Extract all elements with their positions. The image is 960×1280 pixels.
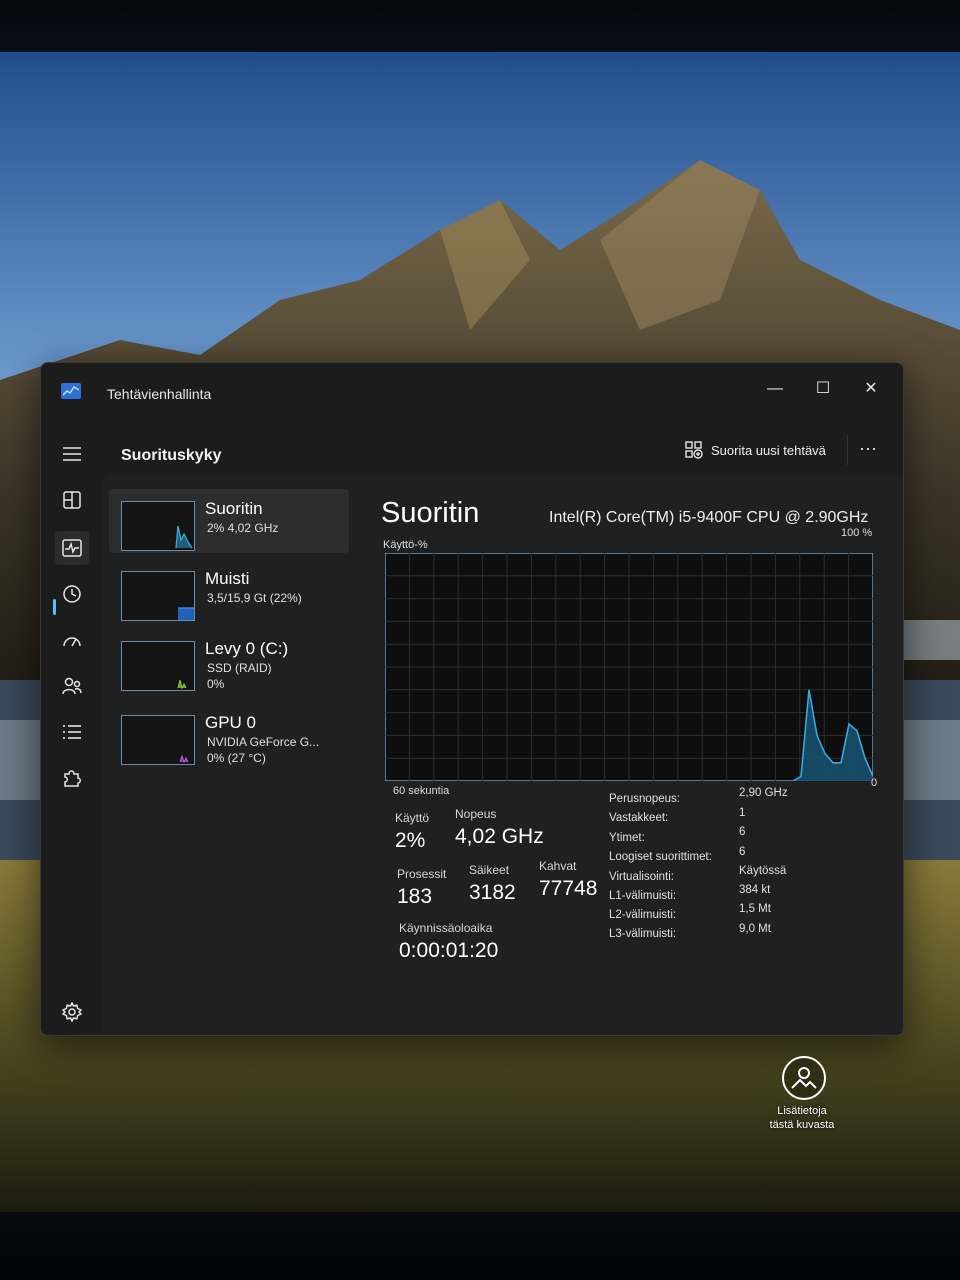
maximize-icon: ☐ [815, 380, 831, 397]
usage-max-label: 100 % [841, 527, 873, 539]
minimize-button[interactable]: — [757, 375, 793, 403]
resource-gpu[interactable]: GPU 0 NVIDIA GeForce G... 0% (27 °C) [109, 703, 349, 767]
spec-label: L3-välimuisti: [609, 928, 677, 940]
info-line: Lisätietoja [777, 1105, 827, 1117]
run-new-task-label: Suorita uusi tehtävä [711, 442, 826, 458]
spec-label: Virtualisointi: [609, 871, 674, 883]
handles-value: 77748 [539, 877, 598, 900]
spec-value: 6 [739, 846, 746, 858]
app-history-icon [63, 585, 81, 603]
usage-label: Käyttö [395, 811, 430, 825]
performance-content: Suoritin 2% 4,02 GHz Muisti 3,5/15,9 Gt … [103, 475, 903, 1035]
spec-label: Ytimet: [609, 832, 645, 844]
maximize-button[interactable]: ☐ [805, 375, 841, 403]
gpu-mini-graph [121, 715, 195, 765]
spec-label: L1-välimuisti: [609, 890, 677, 902]
resource-detail: 3,5/15,9 Gt (22%) [207, 591, 302, 605]
nav-users[interactable] [55, 669, 89, 703]
uptime-label: Käynnissäoloaika [399, 921, 493, 935]
nav-processes[interactable] [55, 483, 89, 517]
spec-value: 1 [739, 807, 746, 819]
gear-icon [62, 1002, 82, 1022]
cpu-usage-graph [385, 553, 873, 781]
spec-value: 384 kt [739, 884, 771, 896]
resource-disk[interactable]: Levy 0 (C:) SSD (RAID) 0% [109, 629, 349, 693]
uptime-value: 0:00:01:20 [399, 939, 499, 962]
disk-mini-graph [121, 641, 195, 691]
spec-label: Vastakkeet: [609, 812, 669, 824]
hamburger-menu-icon [63, 447, 81, 461]
spec-label: Perusnopeus: [609, 793, 680, 805]
menu-button[interactable] [55, 437, 89, 471]
more-options-button[interactable]: ··· [847, 435, 888, 465]
resource-detail: 2% 4,02 GHz [207, 521, 279, 535]
close-button[interactable]: ✕ [853, 375, 889, 403]
resource-name: Levy 0 (C:) [205, 639, 289, 658]
spec-label: L2-välimuisti: [609, 909, 677, 921]
more-icon: ··· [859, 438, 877, 458]
details-list-icon [63, 725, 81, 739]
spec-value: 1,5 Mt [739, 903, 771, 915]
task-manager-app-icon [61, 383, 81, 399]
resource-usage: 0% (27 °C) [207, 751, 266, 765]
processes-value: 183 [397, 885, 433, 908]
nav-app-history[interactable] [55, 577, 89, 611]
monitor-bezel [0, 0, 960, 52]
detail-heading: Suoritin [381, 497, 480, 529]
resource-detail: SSD (RAID) [207, 661, 272, 675]
resource-detail: NVIDIA GeForce G... [207, 735, 320, 749]
processes-icon [63, 491, 81, 509]
title-bar[interactable]: Tehtävienhallinta — ☐ ✕ [41, 363, 903, 421]
spec-value: Käytössä [739, 865, 787, 877]
close-icon: ✕ [864, 380, 878, 397]
usage-value: 2% [395, 829, 426, 852]
camera-info-icon [791, 1067, 817, 1089]
window-title: Tehtävienhallinta [107, 386, 212, 402]
navigation-rail [41, 421, 103, 1035]
resource-usage: 0% [207, 677, 225, 691]
time-span-label: 60 sekuntia [393, 785, 450, 797]
run-task-icon [685, 441, 703, 459]
performance-icon [62, 539, 82, 557]
spec-value: 9,0 Mt [739, 923, 771, 935]
threads-value: 3182 [469, 881, 516, 904]
spec-value: 6 [739, 826, 746, 838]
speed-value: 4,02 GHz [455, 825, 544, 848]
resource-memory[interactable]: Muisti 3,5/15,9 Gt (22%) [109, 559, 349, 623]
page-title: Suorituskyky [121, 447, 222, 464]
minimize-icon: — [767, 380, 783, 397]
learn-about-picture-button[interactable] [782, 1056, 826, 1100]
cpu-model-name: Intel(R) Core(TM) i5-9400F CPU @ 2.90GHz [549, 509, 869, 526]
resource-cpu[interactable]: Suoritin 2% 4,02 GHz [109, 489, 349, 553]
nav-startup[interactable] [55, 623, 89, 657]
settings-button[interactable] [55, 995, 89, 1029]
processes-label: Prosessit [397, 867, 447, 881]
nav-performance[interactable] [55, 531, 89, 565]
nav-details[interactable] [55, 715, 89, 749]
monitor-bezel [0, 1212, 960, 1280]
memory-mini-graph [121, 571, 195, 621]
cpu-detail-panel: Suoritin Intel(R) Core(TM) i5-9400F CPU … [373, 483, 893, 1035]
speed-label: Nopeus [455, 807, 497, 821]
page-header: Suorituskyky Suorita uusi tehtävä ··· [103, 421, 903, 477]
usage-axis-label: Käyttö-% [383, 539, 428, 551]
threads-label: Säikeet [469, 863, 510, 877]
users-icon [62, 677, 82, 695]
usage-min-label: 0 [871, 777, 878, 789]
startup-apps-icon [63, 637, 81, 647]
services-puzzle-icon [64, 770, 81, 787]
run-new-task-button[interactable]: Suorita uusi tehtävä [685, 435, 826, 465]
resource-name: GPU 0 [205, 713, 257, 732]
handles-label: Kahvat [539, 859, 577, 873]
spec-value: 2,90 GHz [739, 787, 788, 799]
nav-services[interactable] [55, 761, 89, 795]
resource-name: Muisti [205, 569, 250, 588]
resource-name: Suoritin [205, 499, 263, 518]
info-line: tästä kuvasta [769, 1119, 835, 1131]
cpu-mini-graph [121, 501, 195, 551]
task-manager-window: Tehtävienhallinta — ☐ ✕ Suorituskyky Suo… [40, 362, 904, 1036]
learn-about-picture-label[interactable]: Lisätietoja tästä kuvasta [752, 1104, 852, 1132]
spec-label: Loogiset suorittimet: [609, 851, 712, 863]
